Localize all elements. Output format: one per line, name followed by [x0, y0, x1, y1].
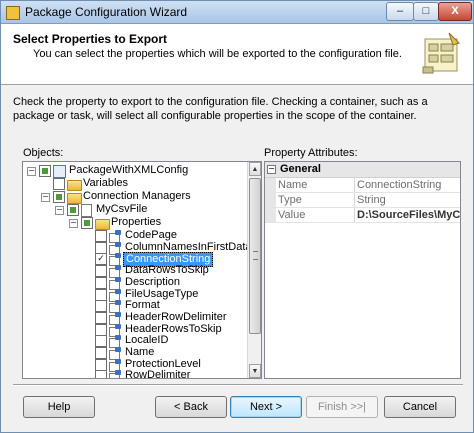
tree-checkbox[interactable]: [81, 217, 93, 229]
window-title: Package Configuration Wizard: [25, 5, 188, 19]
property-icon: [109, 311, 122, 325]
property-attributes-grid[interactable]: − General Name ConnectionString Type Str…: [264, 161, 461, 379]
property-icon: [109, 288, 122, 302]
collapse-icon[interactable]: −: [55, 206, 64, 215]
back-button[interactable]: < Back: [155, 396, 227, 418]
collapse-icon[interactable]: −: [267, 165, 276, 174]
property-value[interactable]: D:\SourceFiles\MyCsvFil: [357, 209, 460, 221]
tree-label: Properties: [111, 216, 162, 228]
close-button[interactable]: X: [438, 2, 472, 21]
collapse-icon[interactable]: −: [41, 193, 50, 202]
property-row-name[interactable]: Name ConnectionString: [265, 178, 460, 193]
title-bar[interactable]: Package Configuration Wizard – □ X: [1, 1, 473, 24]
tree-checkbox[interactable]: [95, 265, 107, 278]
objects-label: Objects:: [23, 147, 64, 159]
tree-checkbox[interactable]: [95, 311, 107, 324]
tree-label: MyCsvFile: [96, 203, 148, 215]
property-key: Name: [278, 179, 308, 191]
folder-icon: [67, 193, 82, 204]
folder-icon: [67, 180, 82, 191]
row-gutter: [265, 208, 276, 222]
tree-checkbox[interactable]: [95, 288, 107, 301]
tree-checkbox[interactable]: [95, 358, 107, 371]
tree-checkbox[interactable]: [95, 230, 107, 242]
property-icon: [109, 323, 122, 337]
tree-checkbox[interactable]: [53, 191, 65, 203]
connection-file-icon: [81, 204, 92, 217]
scroll-thumb[interactable]: [249, 178, 261, 334]
finish-button[interactable]: Finish >>|: [306, 396, 378, 418]
tree-checkbox[interactable]: [95, 276, 107, 289]
property-icon: [109, 358, 122, 372]
scroll-up-arrow-icon[interactable]: ▲: [249, 162, 261, 176]
next-button[interactable]: Next >: [230, 396, 302, 418]
tree-checkbox[interactable]: [95, 241, 107, 254]
tree-label: PackageWithXMLConfig: [69, 164, 189, 176]
wizard-icon: [422, 32, 460, 74]
instructions-text: Check the property to export to the conf…: [13, 96, 428, 122]
property-icon: [109, 241, 122, 255]
property-icon: [109, 300, 122, 314]
cancel-button[interactable]: Cancel: [384, 396, 456, 418]
column-separator: [354, 193, 355, 207]
footer-divider: [13, 384, 463, 386]
category-label: General: [280, 163, 321, 175]
tree-checkbox[interactable]: [95, 300, 107, 313]
folder-icon: [95, 219, 110, 230]
app-icon: [6, 6, 20, 20]
page-subtitle: You can select the properties which will…: [33, 48, 402, 60]
minimize-button[interactable]: –: [386, 2, 414, 21]
category-general[interactable]: − General: [265, 162, 460, 178]
wizard-header: Select Properties to Export You can sele…: [1, 24, 473, 85]
tree-checkbox[interactable]: [95, 347, 107, 359]
property-icon: [109, 253, 122, 267]
tree-rows: − PackageWithXMLConfig Variables − Conne…: [23, 162, 247, 378]
tree-checkbox[interactable]: [95, 370, 107, 378]
tree-vertical-scrollbar[interactable]: ▲ ▼: [247, 162, 261, 378]
property-icon: [109, 335, 122, 349]
tree-checkbox[interactable]: [95, 335, 107, 348]
property-key: Value: [278, 209, 306, 221]
property-row-value[interactable]: Value D:\SourceFiles\MyCsvFil: [265, 208, 460, 223]
maximize-button[interactable]: □: [413, 2, 439, 21]
property-icon: [109, 230, 122, 243]
collapse-icon[interactable]: −: [27, 167, 36, 176]
wizard-window: Package Configuration Wizard – □ X Selec…: [0, 0, 474, 433]
grip-icon: [253, 251, 258, 260]
property-key: Type: [278, 194, 302, 206]
column-separator: [354, 178, 355, 192]
property-icon: [109, 265, 122, 279]
property-icon: [109, 370, 122, 378]
collapse-icon[interactable]: −: [69, 219, 78, 228]
property-attributes-label: Property Attributes:: [264, 147, 358, 159]
tree-checkbox[interactable]: [95, 323, 107, 336]
property-value: String: [357, 194, 386, 206]
objects-tree[interactable]: − PackageWithXMLConfig Variables − Conne…: [22, 161, 262, 379]
tree-checkbox[interactable]: [67, 204, 79, 216]
tree-label: RowDelimiter: [125, 369, 191, 378]
row-gutter: [265, 193, 276, 207]
tree-checkbox[interactable]: ✓: [95, 253, 107, 266]
property-icon: [109, 347, 122, 360]
property-value: ConnectionString: [357, 179, 442, 191]
tree-label: Connection Managers: [83, 190, 191, 202]
column-separator: [354, 208, 355, 222]
tree-label: Variables: [83, 177, 129, 189]
tree-checkbox[interactable]: [39, 165, 51, 177]
property-row-type[interactable]: Type String: [265, 193, 460, 208]
page-title: Select Properties to Export: [13, 32, 168, 46]
tree-checkbox[interactable]: [53, 178, 65, 190]
package-icon: [53, 165, 66, 178]
scroll-down-arrow-icon[interactable]: ▼: [249, 364, 261, 378]
property-icon: [109, 276, 122, 290]
row-gutter: [265, 178, 276, 192]
help-button[interactable]: Help: [23, 396, 95, 418]
